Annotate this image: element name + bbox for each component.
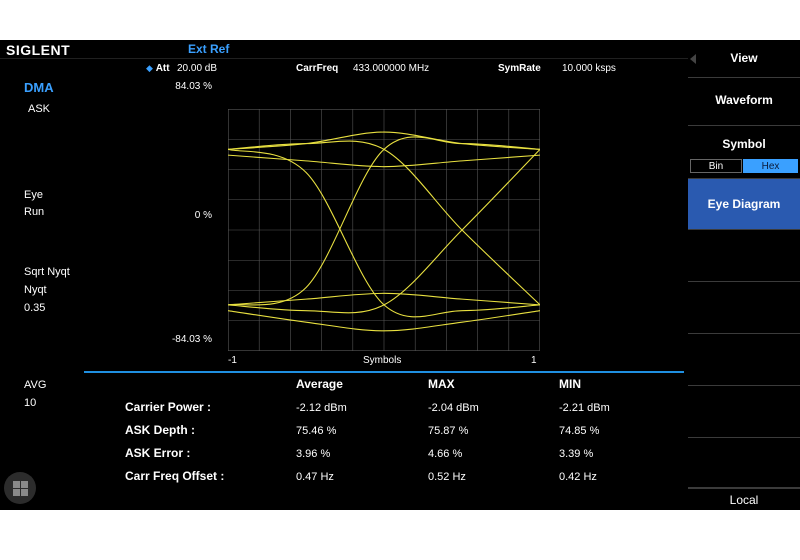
cell-max: 4.66 % <box>428 448 463 460</box>
empty-softkey-5[interactable] <box>688 438 800 488</box>
cell-average: 0.47 Hz <box>296 471 334 483</box>
cell-max: 0.52 Hz <box>428 471 466 483</box>
mode-label: DMA <box>24 80 54 95</box>
row-label: ASK Depth : <box>125 423 195 437</box>
row-label: Carrier Power : <box>125 400 212 414</box>
cell-average: 75.46 % <box>296 425 337 437</box>
symrate-value: 10.000 ksps <box>562 63 616 74</box>
avg-value: 10 <box>24 397 37 409</box>
hex-option[interactable]: Hex <box>743 159 798 173</box>
eye-diagram-softkey[interactable]: Eye Diagram <box>688 179 800 230</box>
top-divider <box>0 58 688 59</box>
x-axis-right-label: 1 <box>531 355 537 366</box>
cell-min: 0.42 Hz <box>559 471 597 483</box>
col-header-min: MIN <box>559 377 581 391</box>
cell-max: -2.04 dBm <box>428 402 479 414</box>
att-indicator: ◆ Att <box>146 63 170 74</box>
brand-logo: SIGLENT <box>6 42 71 58</box>
cell-min: 3.39 % <box>559 448 594 460</box>
ref-status: Ext Ref <box>188 42 230 56</box>
waveform-softkey[interactable]: Waveform <box>688 78 800 126</box>
filter-label: Sqrt Nyqt <box>24 266 70 278</box>
row-label: Carr Freq Offset : <box>125 469 225 483</box>
empty-softkey-4[interactable] <box>688 386 800 438</box>
view-softkey[interactable]: View <box>688 40 800 78</box>
row-label: ASK Error : <box>125 446 191 460</box>
bin-option[interactable]: Bin <box>690 159 742 173</box>
x-axis-left-label: -1 <box>228 355 237 366</box>
display-label: Eye <box>24 189 43 201</box>
empty-softkey-1[interactable] <box>688 230 800 282</box>
collapse-triangle-icon[interactable] <box>690 54 696 64</box>
cell-min: -2.21 dBm <box>559 402 610 414</box>
filter-alpha: 0.35 <box>24 302 46 314</box>
analyzer-screen: SIGLENT Ext Ref ◆ Att 20.00 dB CarrFreq … <box>0 40 800 510</box>
cell-max: 75.87 % <box>428 425 469 437</box>
col-header-max: MAX <box>428 377 455 391</box>
symbol-label: Symbol <box>722 137 766 151</box>
att-value: 20.00 dB <box>177 63 218 74</box>
empty-softkey-3[interactable] <box>688 334 800 386</box>
modulation-label: ASK <box>28 103 51 115</box>
avg-label: AVG <box>24 379 47 391</box>
empty-softkey-2[interactable] <box>688 282 800 334</box>
att-label: Att <box>155 63 170 74</box>
col-header-average: Average <box>296 377 343 391</box>
carrfreq-label: CarrFreq <box>296 63 339 74</box>
filter-type: Nyqt <box>24 284 47 296</box>
grid-menu-icon[interactable] <box>4 472 36 504</box>
local-status: Local <box>688 488 800 510</box>
symrate-label: SymRate <box>498 63 541 74</box>
carrfreq-value: 433.000000 MHz <box>353 63 430 74</box>
att-marker-icon: ◆ <box>146 63 153 73</box>
y-axis-bottom-label: -84.03 % <box>171 334 212 345</box>
softkey-panel: View Waveform Symbol Bin Hex Eye Diagram… <box>688 40 800 510</box>
run-state: Run <box>24 206 45 218</box>
cell-average: 3.96 % <box>296 448 331 460</box>
eye-diagram-chart[interactable] <box>228 109 540 351</box>
x-axis-title: Symbols <box>363 355 402 366</box>
cell-average: -2.12 dBm <box>296 402 347 414</box>
y-axis-mid-label: 0 % <box>194 210 212 221</box>
cell-min: 74.85 % <box>559 425 600 437</box>
y-axis-top-label: 84.03 % <box>175 81 212 92</box>
stats-divider <box>84 371 684 373</box>
